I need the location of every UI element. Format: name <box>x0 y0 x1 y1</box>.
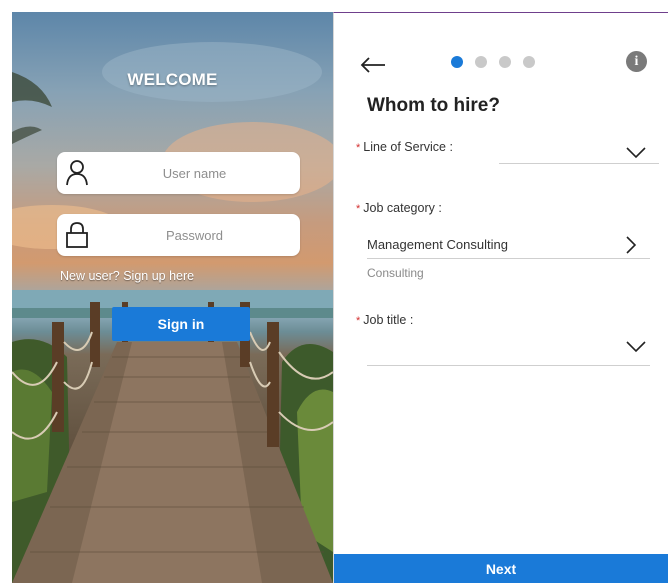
required-marker: * <box>356 203 361 215</box>
step-dot-2 <box>475 56 487 68</box>
chevron-down-icon[interactable] <box>626 147 646 159</box>
required-marker: * <box>356 142 361 154</box>
required-marker: * <box>356 315 361 327</box>
password-field[interactable] <box>57 214 300 256</box>
step-dot-3 <box>499 56 511 68</box>
line-of-service-select[interactable] <box>499 163 659 164</box>
job-title-label-text: Job title : <box>363 313 414 327</box>
password-input[interactable] <box>97 214 292 256</box>
chevron-right-icon <box>626 236 637 254</box>
sign-in-button[interactable]: Sign in <box>112 307 250 341</box>
job-category-label-text: Job category : <box>363 201 442 215</box>
next-button[interactable]: Next <box>334 554 668 583</box>
info-icon[interactable]: i <box>626 51 647 72</box>
job-title-label: * Job title : <box>356 313 413 327</box>
hire-form-panel: i Whom to hire? * Line of Service : * Job … <box>333 12 668 583</box>
step-dot-4 <box>523 56 535 68</box>
chevron-down-icon[interactable] <box>626 341 646 353</box>
welcome-heading: WELCOME <box>127 70 218 89</box>
step-dot-1 <box>451 56 463 68</box>
job-category-label: * Job category : <box>356 201 442 215</box>
job-category-subtext: Consulting <box>367 266 424 280</box>
arrow-left-icon[interactable] <box>360 56 386 74</box>
lock-icon <box>66 222 88 248</box>
job-category-value: Management Consulting <box>367 237 508 252</box>
username-field[interactable] <box>57 152 300 194</box>
page-title: Whom to hire? <box>367 95 500 116</box>
job-title-select[interactable] <box>367 365 650 366</box>
signup-link[interactable]: New user? Sign up here <box>60 269 194 283</box>
job-category-select[interactable]: Management Consulting <box>367 233 650 259</box>
beach-background-image <box>12 42 333 583</box>
login-panel: WELCOME New user? Sign up here Sign in <box>12 12 333 583</box>
user-icon <box>66 160 88 186</box>
username-input[interactable] <box>97 152 292 194</box>
line-of-service-label: * Line of Service : <box>356 140 453 154</box>
line-of-service-label-text: Line of Service : <box>363 140 453 154</box>
